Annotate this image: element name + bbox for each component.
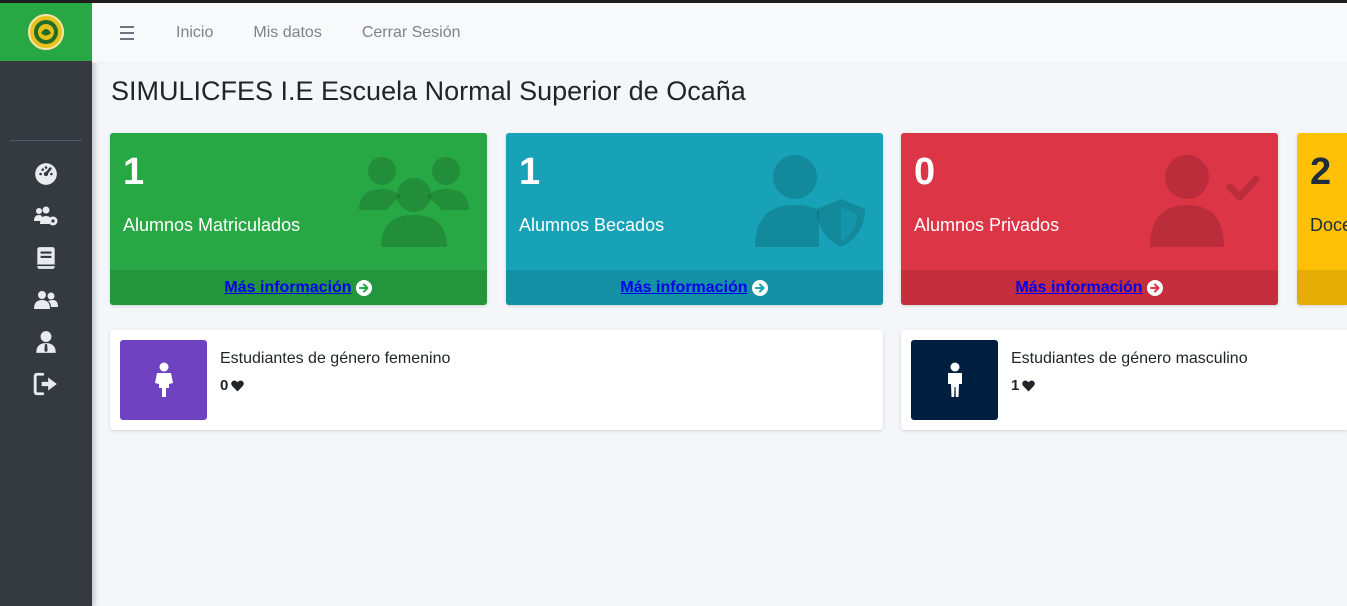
page-title: SIMULICFES I.E Escuela Normal Superior d…	[111, 76, 746, 106]
nav-link-cerrar-sesion[interactable]: Cerrar Sesión	[362, 24, 461, 42]
stat-label: Alumnos Matriculados	[123, 215, 301, 235]
info-box-male: Estudiantes de género masculino 1	[901, 330, 1347, 430]
stat-box-becados: 1 Alumnos Becados Más información	[506, 133, 883, 305]
nav-link-inicio[interactable]: Inicio	[176, 24, 213, 42]
sidebar-item-book[interactable]	[0, 237, 92, 279]
info-box-value: 0	[220, 377, 245, 394]
stat-value: 1	[519, 151, 541, 193]
male-icon	[911, 340, 998, 420]
book-icon	[37, 247, 55, 269]
sign-out-icon	[33, 372, 57, 396]
info-box-label: Estudiantes de género femenino	[220, 350, 451, 367]
info-box-label: Estudiantes de género masculino	[1011, 350, 1248, 367]
heart-icon	[231, 379, 245, 391]
sidebar-divider	[10, 140, 82, 141]
sidebar-item-logout[interactable]	[0, 363, 92, 405]
brand[interactable]	[0, 3, 92, 61]
heart-icon	[1022, 379, 1036, 391]
stat-value: 1	[123, 151, 145, 193]
user-tie-icon	[36, 331, 56, 353]
nav-link-mis-datos[interactable]: Mis datos	[253, 24, 321, 42]
info-box-count: 0	[220, 377, 229, 394]
dashboard-icon	[35, 163, 57, 185]
more-info-link[interactable]	[1297, 270, 1347, 305]
stat-box-privados: 0 Alumnos Privados Más información	[901, 133, 1278, 305]
more-info-label: Más información	[224, 278, 352, 296]
female-icon	[120, 340, 207, 420]
more-info-link[interactable]: Más información	[901, 270, 1278, 305]
stat-value: 0	[914, 151, 936, 193]
sidebar	[0, 3, 92, 606]
arrow-circle-right-icon	[1146, 279, 1164, 297]
user-check-icon	[1150, 155, 1260, 247]
more-info-label: Más información	[1015, 278, 1143, 296]
sidebar-item-users[interactable]	[0, 279, 92, 321]
stat-value: 2	[1310, 151, 1332, 193]
stat-label: Doce	[1310, 215, 1347, 235]
more-info-link[interactable]: Más información	[110, 270, 487, 305]
info-box-count: 1	[1011, 377, 1020, 394]
sidebar-item-users-settings[interactable]	[0, 195, 92, 237]
arrow-circle-right-icon	[751, 279, 769, 297]
users-icon	[359, 157, 469, 247]
more-info-link[interactable]: Más información	[506, 270, 883, 305]
arrow-circle-right-icon	[355, 279, 373, 297]
sidebar-nav	[0, 153, 92, 405]
users-cog-icon	[34, 206, 58, 226]
info-box-female: Estudiantes de género femenino 0	[110, 330, 883, 430]
stat-box-docentes: 2 Doce	[1297, 133, 1347, 305]
users-icon	[34, 291, 58, 309]
top-navbar: Inicio Mis datos Cerrar Sesión	[92, 3, 1347, 63]
more-info-label: Más información	[620, 278, 748, 296]
stat-label: Alumnos Privados	[914, 215, 1060, 235]
sidebar-item-profile[interactable]	[0, 321, 92, 363]
stat-label: Alumnos Becados	[519, 215, 665, 235]
window-top-border	[0, 0, 1347, 3]
info-box-value: 1	[1011, 377, 1036, 394]
school-logo	[28, 14, 64, 50]
stat-box-matriculados: 1 Alumnos Matriculados Más información	[110, 133, 487, 305]
sidebar-item-dashboard[interactable]	[0, 153, 92, 195]
menu-toggle-icon[interactable]	[120, 25, 144, 40]
user-shield-icon	[755, 155, 865, 247]
